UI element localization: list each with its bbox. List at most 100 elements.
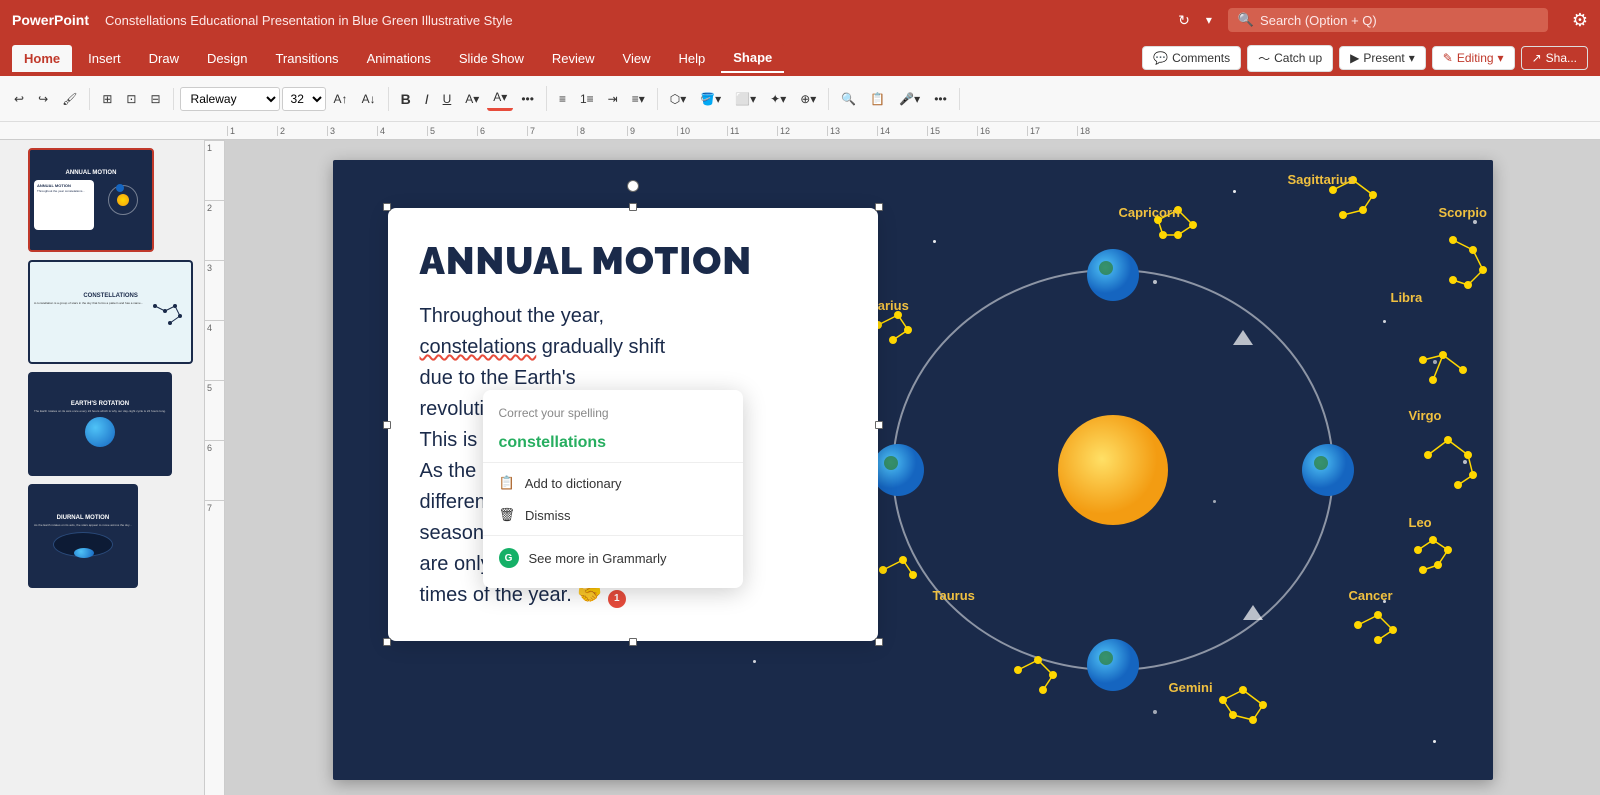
tab-review[interactable]: Review — [540, 45, 607, 72]
handle-br[interactable] — [875, 638, 883, 646]
toolbar-shape-group: ⬡▾ 🪣▾ ⬜▾ ✦▾ ⊕▾ — [664, 88, 830, 110]
slide-2-thumb[interactable]: CONSTELLATIONS A constellation is a grou… — [28, 260, 193, 364]
arrange-button[interactable]: ⊕▾ — [794, 88, 822, 110]
present-dropdown-icon[interactable]: ▾ — [1409, 51, 1415, 65]
slide-canvas: Sagittarius Capricorn Scorpio Aquarius L… — [205, 140, 1600, 795]
tab-slideshow[interactable]: Slide Show — [447, 45, 536, 72]
handle-bl[interactable] — [383, 638, 391, 646]
capricorn-label: Capricorn — [1119, 205, 1180, 220]
slide-4-wrapper: 4 DIURNAL MOTION As the Earth rotates on… — [6, 484, 198, 588]
present-button[interactable]: ▶ Present ▾ — [1339, 46, 1426, 70]
main-area: 1 ANNUAL MOTION ANNUAL MOTION Throughout… — [0, 140, 1600, 795]
add-to-dictionary-action[interactable]: 📋 Add to dictionary — [483, 467, 743, 499]
layout-button[interactable]: ⊞ — [96, 88, 118, 110]
crop-button[interactable]: ⊟ — [144, 88, 166, 110]
bullets-button[interactable]: ≡ — [553, 88, 572, 110]
zoom-button[interactable]: 🔍 — [835, 88, 862, 110]
indent-button[interactable]: ⇥ — [602, 88, 624, 110]
catchup-button[interactable]: 〜 Catch up — [1247, 45, 1333, 72]
rotate-handle[interactable] — [627, 180, 639, 192]
virgo-label: Virgo — [1409, 408, 1442, 423]
slide-main[interactable]: Sagittarius Capricorn Scorpio Aquarius L… — [333, 160, 1493, 780]
numbered-list-button[interactable]: 1≡ — [574, 88, 600, 110]
editing-dropdown-icon[interactable]: ▾ — [1498, 51, 1504, 65]
share-icon: ↗ — [1532, 51, 1542, 65]
handle-ml[interactable] — [383, 421, 391, 429]
spelling-popup: Correct your spelling constellations 📋 A… — [483, 390, 743, 588]
dismiss-action[interactable]: 🗑 Dismiss — [483, 499, 743, 531]
grammarly-icon: G — [499, 548, 519, 568]
app-name: PowerPoint — [12, 12, 89, 28]
slide-4-thumb[interactable]: DIURNAL MOTION As the Earth rotates on i… — [28, 484, 138, 588]
handle-tl[interactable] — [383, 203, 391, 211]
redo-button[interactable]: ↪ — [32, 88, 54, 110]
undo-button[interactable]: ↩ — [8, 88, 30, 110]
spelling-popup-header: Correct your spelling — [483, 402, 743, 428]
slide-3-thumb[interactable]: EARTH'S ROTATION The Earth rotates on it… — [28, 372, 172, 476]
tab-draw[interactable]: Draw — [137, 45, 191, 72]
leo-label: Leo — [1409, 515, 1432, 530]
cancer-label: Cancer — [1349, 588, 1393, 603]
handle-tr[interactable] — [875, 203, 883, 211]
ruler-horizontal: 1 2 3 4 5 6 7 8 9 10 11 12 13 14 15 16 1… — [0, 122, 1600, 140]
search-bar: 🔍 — [1228, 8, 1548, 32]
tab-shape[interactable]: Shape — [721, 44, 784, 73]
highlight-button[interactable]: A▾ — [459, 88, 485, 110]
handle-mr[interactable] — [875, 421, 883, 429]
tab-view[interactable]: View — [611, 45, 663, 72]
refresh-icon[interactable]: ↻ — [1178, 12, 1190, 29]
tab-transitions[interactable]: Transitions — [263, 45, 350, 72]
search-input[interactable] — [1260, 13, 1520, 28]
tab-design[interactable]: Design — [195, 45, 259, 72]
comments-button[interactable]: 💬 Comments — [1142, 46, 1241, 70]
settings-icon[interactable]: ⚙ — [1572, 10, 1588, 31]
grammarly-action[interactable]: G See more in Grammarly — [483, 540, 743, 576]
search-icon: 🔍 — [1238, 12, 1254, 28]
toolbar-paragraph-group: ≡ 1≡ ⇥ ≡▾ — [553, 88, 658, 110]
dictionary-icon: 📋 — [499, 475, 515, 491]
catchup-icon: 〜 — [1258, 50, 1270, 67]
clipboard-button[interactable]: 📋 — [864, 88, 891, 110]
spelling-suggestion[interactable]: constellations — [483, 428, 743, 458]
font-selector[interactable]: Raleway — [180, 87, 280, 111]
dictate-button[interactable]: 🎤▾ — [893, 88, 926, 110]
toolbar-misc-group: 🔍 📋 🎤▾ ••• — [835, 88, 959, 110]
effects-button[interactable]: ✦▾ — [764, 88, 792, 110]
handle-bm[interactable] — [629, 638, 637, 646]
tab-home[interactable]: Home — [12, 45, 72, 72]
share-button[interactable]: ↗ Sha... — [1521, 46, 1588, 70]
more-format-button[interactable]: ••• — [515, 88, 540, 110]
italic-button[interactable]: I — [419, 87, 435, 111]
text-align-button[interactable]: ≡▾ — [626, 88, 651, 110]
dropdown-icon[interactable]: ▾ — [1206, 13, 1212, 27]
toolbar-layout-group: ⊞ ⊡ ⊟ — [96, 88, 173, 110]
libra-label: Libra — [1391, 290, 1423, 305]
format-painter-button[interactable]: 🖌 — [56, 88, 83, 110]
slide-1-thumb[interactable]: ANNUAL MOTION ANNUAL MOTION Throughout t… — [28, 148, 154, 252]
decrease-font-button[interactable]: A↓ — [356, 88, 382, 110]
font-color-button[interactable]: A▾ — [487, 86, 513, 111]
outline-button[interactable]: ⬜▾ — [729, 88, 762, 110]
taurus-label: Taurus — [933, 588, 975, 603]
slide-3-wrapper: 3 EARTH'S ROTATION The Earth rotates on … — [6, 372, 198, 476]
present-icon: ▶ — [1350, 51, 1359, 65]
comment-icon: 💬 — [1153, 51, 1168, 65]
tab-animations[interactable]: Animations — [355, 45, 443, 72]
scorpio-label: Scorpio — [1439, 205, 1487, 220]
screenshot-button[interactable]: ⊡ — [120, 88, 142, 110]
bold-button[interactable]: B — [395, 87, 417, 111]
toolbar-undo-group: ↩ ↪ 🖌 — [8, 88, 90, 110]
badge-count: 1 — [608, 590, 626, 608]
more-tools-button[interactable]: ••• — [928, 88, 953, 110]
doc-title: Constellations Educational Presentation … — [105, 13, 1162, 28]
font-size-selector[interactable]: 32 — [282, 87, 326, 111]
underline-button[interactable]: U — [437, 88, 458, 110]
handle-tm[interactable] — [629, 203, 637, 211]
tab-help[interactable]: Help — [667, 45, 718, 72]
tab-insert[interactable]: Insert — [76, 45, 133, 72]
shapes-button[interactable]: ⬡▾ — [664, 88, 693, 110]
increase-font-button[interactable]: A↑ — [328, 88, 354, 110]
editing-button[interactable]: ✎ Editing ▾ — [1432, 46, 1515, 70]
gemini-label: Gemini — [1169, 680, 1213, 695]
fill-button[interactable]: 🪣▾ — [694, 88, 727, 110]
